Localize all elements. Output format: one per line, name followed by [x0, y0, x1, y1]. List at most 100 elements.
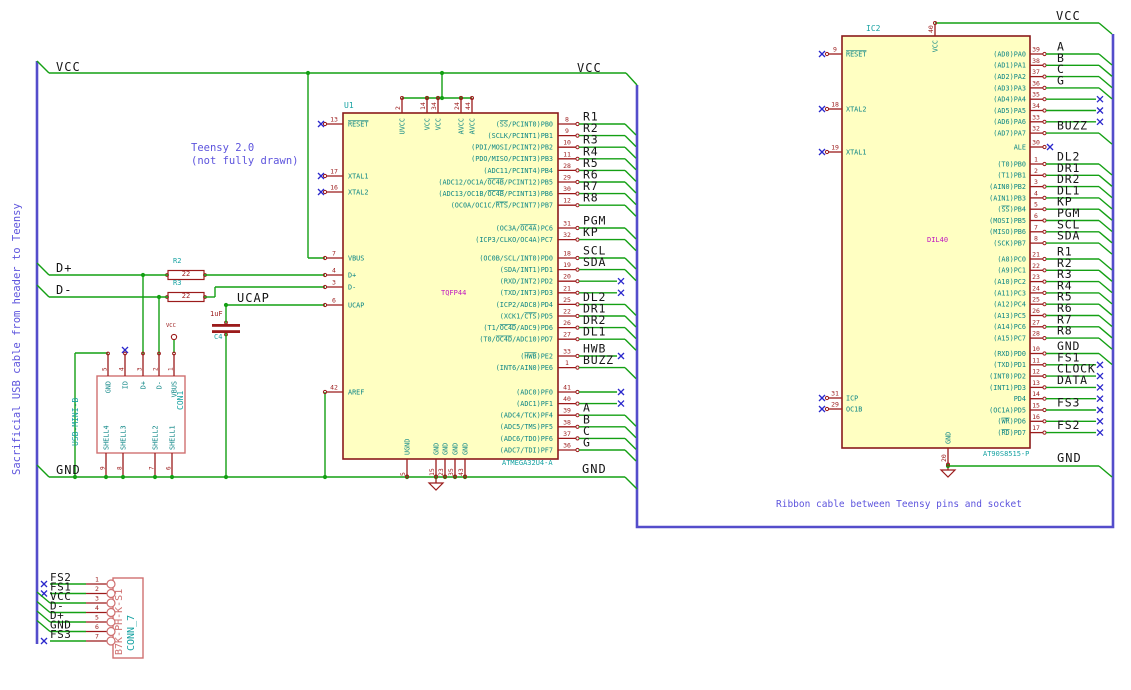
pin-name: (SCK)PB7	[993, 240, 1026, 248]
wire	[36, 284, 50, 298]
pin-end	[1042, 362, 1047, 367]
r3-ref[interactable]: R3	[173, 279, 181, 287]
pin-end	[1042, 419, 1047, 424]
pin-name: (TXD/INT3)PD3	[500, 289, 553, 297]
pin-name: (T1)PB1	[997, 172, 1026, 180]
pin-number: 28	[563, 162, 571, 170]
net-label: DL1	[583, 325, 606, 339]
pin-number: 7	[1034, 223, 1038, 231]
pin-number: 37	[1032, 68, 1040, 76]
pin-name: ID	[122, 381, 130, 389]
pin-number: 1	[168, 367, 175, 371]
pin-name: (RD)PD7	[997, 429, 1026, 437]
pin-name: (A12)PC4	[993, 301, 1026, 309]
pin-number: 30	[563, 185, 571, 193]
pin-end	[172, 351, 176, 356]
wire	[624, 135, 637, 148]
junction-dot	[223, 474, 229, 480]
pin-end	[575, 179, 580, 185]
pin-name: (AD7)PA7	[993, 130, 1026, 138]
pin-number: 2	[153, 367, 160, 371]
pin-number: 3	[1034, 178, 1038, 186]
wire	[624, 227, 637, 240]
usb-ref[interactable]: CON1	[176, 391, 185, 410]
pin-name: (RXD)PD0	[993, 350, 1026, 358]
pin-number: 10	[1032, 345, 1040, 353]
u1-ref[interactable]: U1	[344, 101, 354, 110]
pin-end	[824, 51, 830, 57]
pin-end	[1042, 324, 1047, 329]
pin-name: (SCLK/PCINT1)PB1	[488, 132, 553, 140]
pin-end	[575, 313, 580, 319]
net-label-vcc-ic2: VCC	[1056, 9, 1081, 23]
pin-name: UGND	[404, 439, 412, 455]
pin-number: 3	[95, 595, 99, 603]
wire	[1098, 174, 1113, 187]
pin-name: (PDI/MOSI/PCINT2)PB2	[471, 144, 553, 152]
pin-name: (OC3A/OC4A)PC6	[496, 224, 553, 232]
pin-name: (ICP3/CLKO/OC4A)PC7	[475, 236, 553, 244]
pin-number: 38	[1032, 57, 1040, 65]
pin-number: 7	[332, 250, 336, 258]
pin-name: (SS)PB4	[997, 206, 1026, 214]
conn7-ref[interactable]: CONN_7	[126, 615, 138, 651]
wire	[1098, 197, 1113, 210]
wire	[624, 414, 637, 427]
pin-number: 5	[95, 614, 99, 622]
pin-end	[1042, 290, 1047, 295]
pin-number: 4	[332, 267, 336, 275]
net-label-dminus: D-	[56, 283, 73, 297]
power-flag-label: VCC	[166, 323, 176, 329]
pin-end	[575, 325, 580, 330]
pin-number: 29	[831, 401, 839, 409]
connector-pin-circle[interactable]	[106, 579, 116, 589]
pin-end	[1042, 195, 1047, 200]
pin-end	[575, 133, 580, 138]
pin-number: 37	[563, 430, 571, 438]
pin-name: (ADC1)PF1	[516, 400, 553, 408]
pin-end	[1042, 85, 1047, 91]
pin-number: 18	[563, 250, 571, 258]
pin-name: (ADC7/TDI)PF7	[500, 446, 553, 454]
pin-end	[1042, 161, 1047, 167]
pin-number: 18	[831, 101, 839, 109]
ic2-package: DIL40	[927, 236, 949, 244]
schematic-graphics: 8(SS/PCINT0)PB0R19(SCLK/PCINT1)PB1R210(P…	[35, 21, 1115, 659]
capacitor-c4-plate[interactable]	[212, 324, 240, 327]
wire	[1098, 326, 1113, 339]
pin-end	[1042, 218, 1047, 223]
pin-name: (T1/OC4D/ADC9)PD6	[483, 324, 553, 332]
pin-end	[322, 173, 328, 179]
pin-name: (T0)PB0	[997, 160, 1026, 168]
junction-dot	[169, 474, 175, 480]
pin-number: 6	[166, 466, 173, 470]
pin-end	[1042, 351, 1047, 356]
net-label: SDA	[1057, 229, 1080, 243]
pin-end	[1042, 173, 1047, 178]
u1-package: TQFP44	[441, 289, 467, 297]
pin-end	[1042, 279, 1047, 284]
c4-ref[interactable]: C4	[214, 333, 222, 341]
wire	[1098, 22, 1113, 35]
pin-name: (ADC13/OC1B/OC4B/PCINT13)PB6	[438, 190, 553, 198]
pin-name: (TXD)PD1	[993, 361, 1026, 369]
r2-ref[interactable]: R2	[173, 257, 181, 265]
pin-end	[1042, 74, 1047, 79]
pin-end	[575, 424, 580, 429]
ic2-ref[interactable]: IC2	[866, 24, 880, 33]
pin-name: (ADC5/TMS)PF5	[500, 423, 553, 431]
pin-name: (ADC4/TCK)PF4	[500, 412, 553, 420]
pin-name: (ADC0)PF0	[516, 388, 553, 396]
pin-name: UCAP	[348, 301, 364, 309]
pin-number: 20	[563, 273, 571, 281]
pin-end	[824, 406, 830, 412]
power-flag-icon	[170, 333, 178, 341]
net-label: DATA	[1057, 373, 1088, 387]
pin-name: VCC	[932, 40, 940, 52]
pin-name: XTAL2	[846, 105, 866, 113]
pin-name: (AD1)PA1	[993, 62, 1026, 70]
pin-number: 14	[1032, 390, 1040, 398]
pin-end	[575, 255, 580, 261]
pin-end	[575, 413, 580, 418]
pin-end	[1042, 63, 1047, 68]
